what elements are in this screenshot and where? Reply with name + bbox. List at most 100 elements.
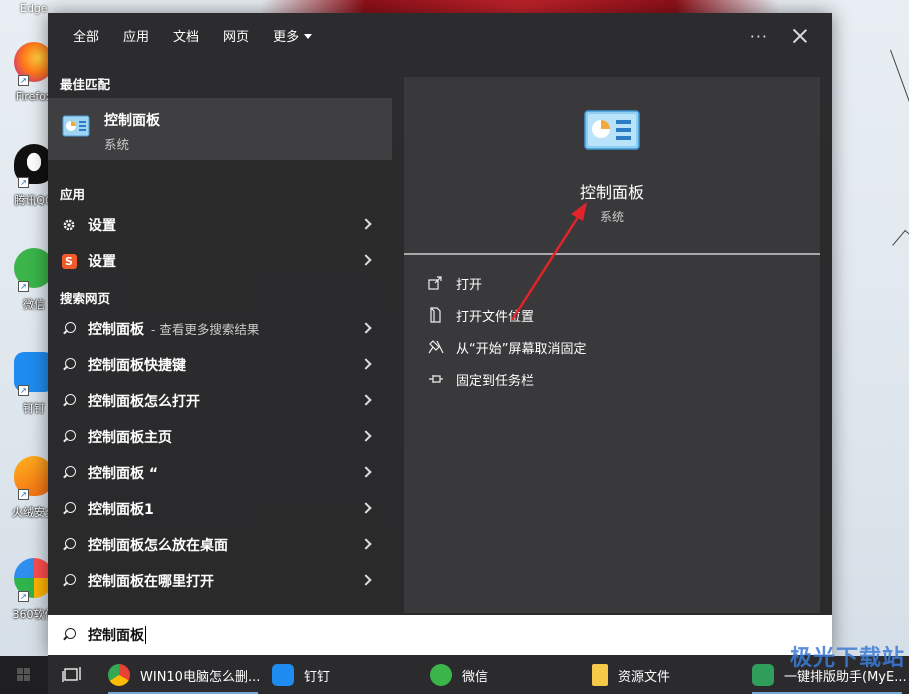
- desktop-edge-label: Edge: [20, 2, 48, 15]
- action-label: 打开文件位置: [456, 309, 535, 325]
- web-result-item[interactable]: 控制面板主页: [48, 419, 392, 455]
- tab-apps[interactable]: 应用: [123, 13, 149, 63]
- best-match-category: 系统: [104, 137, 130, 152]
- section-apps: 应用: [60, 187, 86, 202]
- search-icon: [62, 628, 76, 642]
- result-detail-pane: 控制面板 系统 打开 打开文件位置 从“开始”屏幕取消固定 固定到任务栏: [404, 77, 820, 613]
- action-label: 固定到任务栏: [456, 373, 535, 389]
- detail-divider: [404, 253, 820, 255]
- web-result-sub: - 查看更多搜索结果: [150, 322, 260, 337]
- tab-more-label: 更多: [273, 30, 300, 45]
- action-pin-taskbar[interactable]: 固定到任务栏: [428, 368, 534, 390]
- taskbar-chrome-window[interactable]: WIN10电脑怎么删...: [108, 656, 260, 694]
- web-result-label: 控制面板怎么打开: [88, 394, 200, 410]
- web-result-label: 控制面板 “: [88, 466, 159, 482]
- search-input[interactable]: 控制面板: [88, 625, 144, 645]
- taskbar-label: WIN10电脑怎么删...: [140, 669, 261, 685]
- wechat-icon: [430, 664, 452, 686]
- action-unpin-start[interactable]: 从“开始”屏幕取消固定: [428, 336, 586, 358]
- start-button[interactable]: [0, 656, 48, 694]
- app-result-settings[interactable]: 设置: [48, 207, 392, 243]
- pin-icon: [428, 373, 456, 385]
- taskbar-wechat[interactable]: 微信: [430, 656, 488, 694]
- web-result-label: 控制面板主页: [88, 430, 172, 446]
- detail-app-name: 控制面板: [579, 183, 644, 202]
- best-match-name: 控制面板: [104, 113, 160, 129]
- dingtalk-icon: [272, 664, 294, 686]
- web-result-item[interactable]: 控制面板 - 查看更多搜索结果: [48, 311, 392, 347]
- action-open-file-location[interactable]: 打开文件位置: [428, 304, 534, 326]
- chevron-right-icon[interactable]: [360, 358, 372, 370]
- search-box[interactable]: 控制面板: [48, 615, 832, 655]
- web-result-item[interactable]: 控制面板怎么放在桌面: [48, 527, 392, 563]
- myeditor-icon: [752, 664, 774, 686]
- file-location-icon: [428, 307, 456, 323]
- taskbar-label: 钉钉: [304, 669, 331, 685]
- taskbar-folder[interactable]: 资源文件: [592, 656, 670, 694]
- search-icon: [62, 538, 76, 552]
- tab-all[interactable]: 全部: [73, 13, 99, 63]
- chevron-right-icon[interactable]: [360, 538, 372, 550]
- action-label: 从“开始”屏幕取消固定: [456, 341, 587, 357]
- web-result-label: 控制面板在哪里打开: [88, 574, 214, 590]
- open-icon: [428, 276, 456, 290]
- tab-more[interactable]: 更多: [273, 13, 313, 63]
- taskbar-label: 资源文件: [618, 669, 671, 685]
- web-result-item[interactable]: 控制面板在哪里打开: [48, 563, 392, 599]
- search-icon: [62, 322, 76, 336]
- app-result-label: 设置: [88, 218, 116, 234]
- search-icon: [62, 574, 76, 588]
- web-result-item[interactable]: 控制面板 “: [48, 455, 392, 491]
- search-icon: [62, 502, 76, 516]
- chevron-right-icon[interactable]: [360, 322, 372, 334]
- tab-documents[interactable]: 文档: [173, 13, 199, 63]
- best-match-item[interactable]: 控制面板 系统: [48, 98, 392, 160]
- taskbar-dingtalk[interactable]: 钉钉: [272, 656, 330, 694]
- taskbar: WIN10电脑怎么删... 钉钉 微信 资源文件 一键排版助手(MyE...: [0, 656, 909, 694]
- web-result-label: 控制面板: [88, 322, 144, 338]
- app-result-label: 设置: [88, 254, 116, 270]
- web-result-item[interactable]: 控制面板1: [48, 491, 392, 527]
- web-result-item[interactable]: 控制面板怎么打开: [48, 383, 392, 419]
- search-icon: [62, 466, 76, 480]
- control-panel-icon: [62, 115, 90, 137]
- desktop-decoration: [890, 43, 909, 126]
- task-view-icon: [62, 667, 81, 682]
- chevron-right-icon[interactable]: [360, 466, 372, 478]
- unpin-icon: [428, 339, 456, 355]
- chevron-right-icon[interactable]: [360, 502, 372, 514]
- control-panel-icon: [584, 110, 640, 150]
- taskbar-task-view[interactable]: [62, 656, 82, 694]
- text-cursor: [145, 626, 146, 644]
- action-label: 打开: [456, 277, 483, 293]
- section-best-match: 最佳匹配: [60, 77, 111, 92]
- sogou-icon: S: [48, 253, 88, 269]
- search-menu: 全部 应用 文档 网页 更多 ··· 最佳匹配 控制面板 系统 应用 设置 S …: [48, 13, 832, 656]
- web-result-label: 控制面板怎么放在桌面: [88, 538, 228, 554]
- taskbar-label: 微信: [462, 669, 489, 685]
- chevron-right-icon[interactable]: [360, 430, 372, 442]
- chevron-down-icon: [304, 34, 313, 39]
- section-web-search: 搜索网页: [60, 291, 111, 306]
- search-icon: [62, 358, 76, 372]
- chevron-right-icon[interactable]: [360, 394, 372, 406]
- ellipsis-icon[interactable]: ···: [750, 27, 768, 46]
- search-filter-tabs: 全部 应用 文档 网页 更多 ···: [48, 13, 832, 63]
- chevron-right-icon[interactable]: [360, 254, 372, 266]
- gear-icon: [48, 218, 88, 232]
- web-result-label: 控制面板1: [88, 502, 154, 518]
- detail-app-category: 系统: [599, 210, 624, 224]
- chevron-right-icon[interactable]: [360, 574, 372, 586]
- tab-web[interactable]: 网页: [223, 13, 249, 63]
- results-list: 最佳匹配 控制面板 系统 应用 设置 S 设置 搜索网页 控制面板 - 查看更多…: [48, 63, 392, 613]
- search-icon: [62, 430, 76, 444]
- chrome-icon: [108, 664, 130, 686]
- action-open[interactable]: 打开: [428, 272, 482, 294]
- watermark: 极光下载站: [789, 646, 905, 671]
- app-result-sogou-settings[interactable]: S 设置: [48, 243, 392, 279]
- windows-logo-icon: [17, 668, 30, 681]
- desktop-decoration: [892, 229, 909, 255]
- chevron-right-icon[interactable]: [360, 218, 372, 230]
- close-icon[interactable]: [790, 26, 810, 46]
- web-result-item[interactable]: 控制面板快捷键: [48, 347, 392, 383]
